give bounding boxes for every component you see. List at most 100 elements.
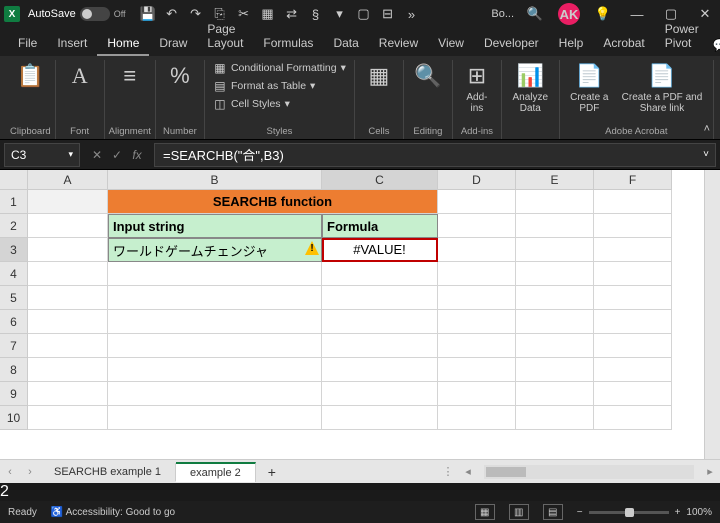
- document-name[interactable]: Bo...: [491, 8, 514, 20]
- tab-developer[interactable]: Developer: [474, 32, 549, 56]
- cell[interactable]: ワールドゲームチェンジャ!: [108, 238, 322, 262]
- collapse-ribbon-icon[interactable]: ˄: [704, 123, 710, 135]
- cell[interactable]: [516, 334, 594, 358]
- page-break-view-icon[interactable]: ▤: [543, 504, 563, 520]
- error-indicator-icon[interactable]: !: [305, 241, 319, 255]
- tab-power-pivot[interactable]: Power Pivot: [655, 18, 709, 56]
- sheet-nav-prev[interactable]: ‹: [0, 466, 20, 478]
- formula-input[interactable]: =SEARCHB("合",B3) ˅: [154, 143, 716, 167]
- row-header[interactable]: 7: [0, 334, 28, 358]
- cell[interactable]: Formula: [322, 214, 438, 238]
- zoom-in-icon[interactable]: +: [675, 507, 681, 518]
- qat-icon[interactable]: ▾: [332, 6, 348, 22]
- cells-button[interactable]: ▦: [359, 60, 399, 92]
- cell[interactable]: [322, 286, 438, 310]
- cell[interactable]: [322, 358, 438, 382]
- row-header[interactable]: 1: [0, 190, 28, 214]
- cell[interactable]: [322, 382, 438, 406]
- autosave-toggle[interactable]: AutoSave Off: [28, 7, 126, 21]
- tab-data[interactable]: Data: [323, 32, 368, 56]
- tab-acrobat[interactable]: Acrobat: [593, 32, 654, 56]
- sheet-tab[interactable]: SEARCHB example 1: [40, 463, 176, 481]
- undo-icon[interactable]: ↶: [164, 6, 180, 22]
- tab-help[interactable]: Help: [549, 32, 594, 56]
- conditional-formatting-button[interactable]: ▦Conditional Formatting ▾: [209, 60, 350, 76]
- column-header[interactable]: C: [322, 170, 438, 190]
- cell[interactable]: [438, 334, 516, 358]
- cell[interactable]: [438, 238, 516, 262]
- cell[interactable]: [516, 190, 594, 214]
- row-header[interactable]: 9: [0, 382, 28, 406]
- cancel-formula-icon[interactable]: ✕: [88, 146, 106, 164]
- cell[interactable]: [516, 406, 594, 430]
- qat-icon[interactable]: ▦: [260, 6, 276, 22]
- cell[interactable]: [108, 262, 322, 286]
- zoom-percent[interactable]: 100%: [686, 507, 712, 518]
- cell[interactable]: [438, 190, 516, 214]
- qat-overflow-icon[interactable]: »: [404, 6, 420, 22]
- alignment-button[interactable]: ≡: [110, 60, 150, 92]
- cell[interactable]: [108, 310, 322, 334]
- tab-view[interactable]: View: [428, 32, 474, 56]
- cell[interactable]: [322, 406, 438, 430]
- format-as-table-button[interactable]: ▤Format as Table ▾: [209, 78, 350, 94]
- analyze-data-button[interactable]: 📊 Analyze Data: [506, 60, 555, 116]
- cell[interactable]: [594, 334, 672, 358]
- add-sheet-button[interactable]: +: [256, 464, 288, 480]
- create-pdf-share-button[interactable]: 📄 Create a PDF and Share link: [615, 60, 709, 116]
- save-icon[interactable]: 💾: [140, 6, 156, 22]
- select-all-button[interactable]: [0, 170, 28, 190]
- cell[interactable]: [322, 334, 438, 358]
- cell[interactable]: [28, 214, 108, 238]
- tab-home[interactable]: Home: [97, 32, 149, 56]
- tab-page-layout[interactable]: Page Layout: [197, 18, 253, 56]
- create-pdf-button[interactable]: 📄 Create a PDF: [564, 60, 615, 116]
- row-header[interactable]: 3: [0, 238, 28, 262]
- cell[interactable]: [108, 406, 322, 430]
- cell[interactable]: [108, 382, 322, 406]
- cell[interactable]: [516, 310, 594, 334]
- cell[interactable]: [438, 286, 516, 310]
- row-header[interactable]: 8: [0, 358, 28, 382]
- cell[interactable]: [594, 406, 672, 430]
- sheet-nav-next[interactable]: ›: [20, 466, 40, 478]
- cell[interactable]: [28, 382, 108, 406]
- column-header[interactable]: A: [28, 170, 108, 190]
- cell[interactable]: [28, 358, 108, 382]
- column-header[interactable]: D: [438, 170, 516, 190]
- addins-button[interactable]: ⊞ Add-ins: [457, 60, 497, 116]
- tab-insert[interactable]: Insert: [47, 32, 97, 56]
- row-header[interactable]: 4: [0, 262, 28, 286]
- cell[interactable]: [594, 310, 672, 334]
- search-icon[interactable]: 🔍: [524, 3, 546, 25]
- minimize-icon[interactable]: ―: [626, 3, 648, 25]
- tab-review[interactable]: Review: [369, 32, 428, 56]
- cell[interactable]: [322, 310, 438, 334]
- row-header[interactable]: 5: [0, 286, 28, 310]
- cell[interactable]: [438, 382, 516, 406]
- cell[interactable]: [594, 358, 672, 382]
- cell[interactable]: [438, 262, 516, 286]
- paste-button[interactable]: 📋: [10, 60, 50, 92]
- worksheet-grid[interactable]: ABCDEF 12345678910 SEARCHB functionInput…: [0, 170, 720, 459]
- chevron-down-icon[interactable]: ▾: [68, 149, 73, 160]
- cell[interactable]: [28, 286, 108, 310]
- cell[interactable]: [28, 262, 108, 286]
- expand-formula-icon[interactable]: ˅: [703, 149, 709, 160]
- cell[interactable]: [516, 262, 594, 286]
- hscroll-right[interactable]: ▸: [700, 465, 720, 478]
- cell-styles-button[interactable]: ◫Cell Styles ▾: [209, 96, 350, 112]
- comments-button[interactable]: 💬: [713, 34, 720, 56]
- qat-icon[interactable]: ⊟: [380, 6, 396, 22]
- tab-file[interactable]: File: [8, 32, 47, 56]
- font-button[interactable]: A: [60, 60, 100, 92]
- cell[interactable]: [516, 286, 594, 310]
- vertical-scrollbar[interactable]: [704, 170, 720, 459]
- cell[interactable]: [438, 406, 516, 430]
- cell[interactable]: [594, 262, 672, 286]
- cell[interactable]: [108, 358, 322, 382]
- cell[interactable]: [28, 238, 108, 262]
- cell[interactable]: [108, 286, 322, 310]
- cell[interactable]: #VALUE!: [322, 238, 438, 262]
- row-header[interactable]: 10: [0, 406, 28, 430]
